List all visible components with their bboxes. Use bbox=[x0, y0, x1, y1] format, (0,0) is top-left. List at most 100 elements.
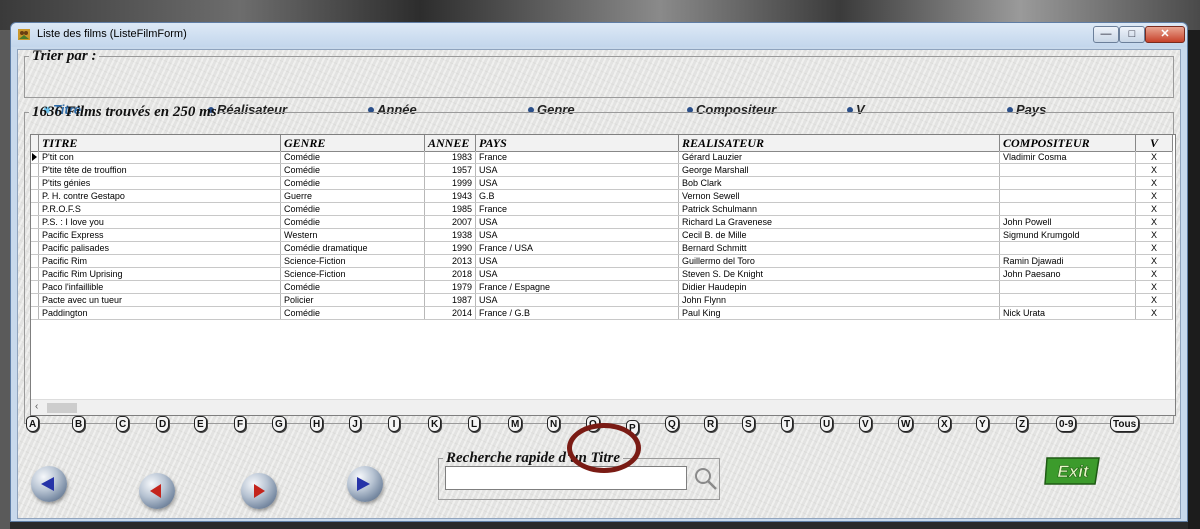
first-record-button[interactable] bbox=[31, 466, 67, 502]
letter-button-z[interactable]: Z bbox=[1016, 416, 1029, 432]
minimize-button[interactable]: — bbox=[1093, 26, 1119, 43]
cell-pays: USA bbox=[476, 255, 679, 267]
column-header-v[interactable]: V bbox=[1136, 135, 1173, 151]
films-window: Liste des films (ListeFilmForm) — □ ✕ Tr… bbox=[10, 22, 1188, 522]
table-row[interactable]: Pacific Express Western 1938 USA Cecil B. de… bbox=[31, 229, 1173, 242]
background-photo-right bbox=[1188, 30, 1200, 529]
letter-button-x[interactable]: X bbox=[938, 416, 951, 432]
table-row[interactable]: P'tite tête de trouffion Comédie 1957 USA Ge… bbox=[31, 164, 1173, 177]
table-row[interactable]: P'tits génies Comédie 1999 USA Bob Clark X bbox=[31, 177, 1173, 190]
scroll-left-icon[interactable]: ‹ bbox=[35, 401, 38, 412]
letter-button-w[interactable]: W bbox=[898, 416, 914, 432]
letter-button-h[interactable]: H bbox=[310, 416, 324, 432]
cell-annee: 1957 bbox=[425, 164, 476, 176]
letter-button-k[interactable]: K bbox=[428, 416, 442, 432]
letter-button-t[interactable]: T bbox=[781, 416, 794, 432]
previous-record-button[interactable] bbox=[139, 473, 175, 509]
letter-button-i[interactable]: I bbox=[388, 416, 400, 432]
letter-button-r[interactable]: R bbox=[704, 416, 718, 432]
table-row[interactable]: Pacific Rim Science-Fiction 2013 USA Guiller… bbox=[31, 255, 1173, 268]
letter-button-s[interactable]: S bbox=[742, 416, 755, 432]
letter-button-0-9[interactable]: 0-9 bbox=[1056, 416, 1077, 432]
cell-compositeur bbox=[1000, 177, 1136, 189]
letter-button-e[interactable]: E bbox=[194, 416, 207, 432]
cell-v: X bbox=[1136, 203, 1173, 215]
letter-button-o[interactable]: O bbox=[586, 416, 600, 432]
column-header-titre[interactable]: TITRE bbox=[39, 135, 281, 151]
cell-pays: France / Espagne bbox=[476, 281, 679, 293]
column-header-annee[interactable]: ANNEE bbox=[425, 135, 476, 151]
maximize-button[interactable]: □ bbox=[1119, 26, 1145, 43]
header-indicator bbox=[31, 135, 39, 151]
letter-button-m[interactable]: M bbox=[508, 416, 523, 432]
letter-button-u[interactable]: U bbox=[820, 416, 834, 432]
cell-genre: Comédie bbox=[281, 203, 425, 215]
letter-button-g[interactable]: G bbox=[272, 416, 286, 432]
search-input[interactable] bbox=[445, 466, 687, 490]
next-record-button[interactable] bbox=[241, 473, 277, 509]
cell-titre: Pacific Express bbox=[39, 229, 281, 241]
column-header-realisateur[interactable]: REALISATEUR bbox=[679, 135, 1000, 151]
cell-compositeur bbox=[1000, 164, 1136, 176]
table-row[interactable]: Pacific Rim Uprising Science-Fiction 2018 U… bbox=[31, 268, 1173, 281]
cell-compositeur: Vladimir Cosma bbox=[1000, 151, 1136, 163]
column-header-compositeur[interactable]: COMPOSITEUR bbox=[1000, 135, 1136, 151]
table-row[interactable]: P. H. contre Gestapo Guerre 1943 G.B Vernon … bbox=[31, 190, 1173, 203]
table-row[interactable]: P.R.O.F.S Comédie 1985 France Patrick Schulm… bbox=[31, 203, 1173, 216]
exit-label: Exit bbox=[1057, 462, 1090, 481]
letter-button-tous[interactable]: Tous bbox=[1110, 416, 1140, 432]
title-bar[interactable]: Liste des films (ListeFilmForm) — □ ✕ bbox=[11, 23, 1187, 47]
client-area: Trier par : Titre Réalisateur Année Genr… bbox=[17, 49, 1181, 519]
letter-button-j[interactable]: J bbox=[349, 416, 361, 432]
column-header-genre[interactable]: GENRE bbox=[281, 135, 425, 151]
cell-genre: Comédie bbox=[281, 307, 425, 319]
letter-button-q[interactable]: Q bbox=[665, 416, 679, 432]
films-grid[interactable]: TITRE GENRE ANNEE PAYS REALISATEUR COMPO… bbox=[30, 134, 1176, 416]
horizontal-scrollbar[interactable]: ‹ › bbox=[31, 399, 1175, 415]
table-row[interactable]: P'tit con Comédie 1983 France Gérard Lauzier… bbox=[31, 151, 1173, 164]
cell-compositeur: John Powell bbox=[1000, 216, 1136, 228]
table-row[interactable]: P.S. : I love you Comédie 2007 USA Richard L… bbox=[31, 216, 1173, 229]
cell-realisateur: Richard La Gravenese bbox=[679, 216, 1000, 228]
letter-button-a[interactable]: A bbox=[26, 416, 40, 432]
cell-annee: 1987 bbox=[425, 294, 476, 306]
letter-button-d[interactable]: D bbox=[156, 416, 170, 432]
cell-compositeur bbox=[1000, 203, 1136, 215]
cell-realisateur: George Marshall bbox=[679, 164, 1000, 176]
exit-button[interactable]: Exit bbox=[1043, 454, 1103, 488]
cell-titre: Pacific palisades bbox=[39, 242, 281, 254]
cell-pays: France / USA bbox=[476, 242, 679, 254]
letter-button-b[interactable]: B bbox=[72, 416, 86, 432]
table-row[interactable]: Pacte avec un tueur Policier 1987 USA John F… bbox=[31, 294, 1173, 307]
letter-button-y[interactable]: Y bbox=[976, 416, 989, 432]
letter-button-f[interactable]: F bbox=[234, 416, 247, 432]
letter-button-l[interactable]: L bbox=[468, 416, 481, 432]
cell-genre: Comédie bbox=[281, 164, 425, 176]
cell-genre: Science-Fiction bbox=[281, 268, 425, 280]
sort-group: Trier par : bbox=[24, 50, 1174, 98]
cell-genre: Comédie dramatique bbox=[281, 242, 425, 254]
cell-v: X bbox=[1136, 242, 1173, 254]
horizontal-scroll-thumb[interactable] bbox=[47, 403, 77, 413]
arrow-left-icon bbox=[41, 477, 54, 491]
letter-button-c[interactable]: C bbox=[116, 416, 130, 432]
cell-titre: Pacific Rim Uprising bbox=[39, 268, 281, 280]
table-row[interactable]: Pacific palisades Comédie dramatique 1990 F… bbox=[31, 242, 1173, 255]
cell-annee: 1990 bbox=[425, 242, 476, 254]
cell-pays: USA bbox=[476, 229, 679, 241]
row-indicator bbox=[31, 151, 39, 163]
table-row[interactable]: Paco l'infaillible Comédie 1979 France / Es… bbox=[31, 281, 1173, 294]
vertical-scrollbar[interactable]: ▴ ▾ bbox=[1175, 135, 1176, 395]
letter-button-v[interactable]: V bbox=[859, 416, 872, 432]
column-header-pays[interactable]: PAYS bbox=[476, 135, 679, 151]
row-indicator bbox=[31, 164, 39, 176]
close-button[interactable]: ✕ bbox=[1145, 26, 1185, 43]
arrow-right-icon bbox=[357, 477, 370, 491]
letter-button-p[interactable]: P bbox=[626, 420, 639, 436]
last-record-button[interactable] bbox=[347, 466, 383, 502]
search-icon[interactable] bbox=[690, 464, 722, 492]
letter-button-n[interactable]: N bbox=[547, 416, 561, 432]
cell-annee: 2014 bbox=[425, 307, 476, 319]
cell-realisateur: Didier Haudepin bbox=[679, 281, 1000, 293]
table-row[interactable]: Paddington Comédie 2014 France / G.B Paul Ki… bbox=[31, 307, 1173, 320]
